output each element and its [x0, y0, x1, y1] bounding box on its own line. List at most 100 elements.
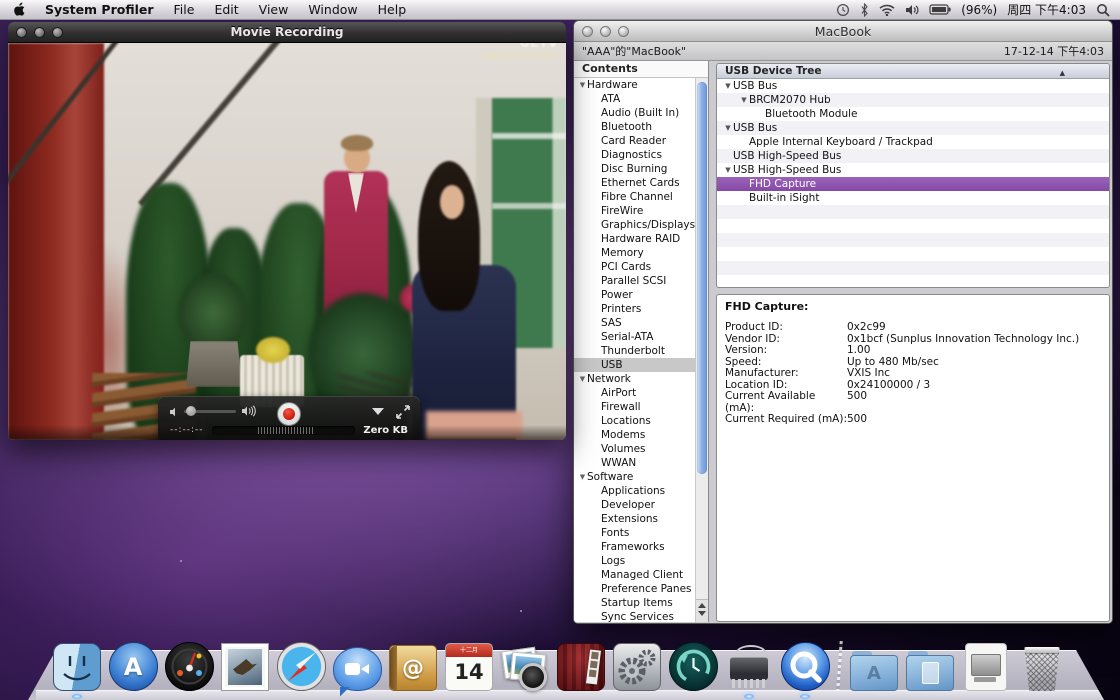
sidebar-item-preference-panes[interactable]: Preference Panes [574, 582, 695, 596]
sidebar-item-wwan[interactable]: WWAN [574, 456, 695, 470]
menu-help[interactable]: Help [368, 2, 417, 17]
sidebar-item-fonts[interactable]: Fonts [574, 526, 695, 540]
tree-row-fhd-capture[interactable]: FHD Capture [717, 177, 1109, 191]
tree-row-bluetooth-module[interactable]: Bluetooth Module [717, 107, 1109, 121]
menu-file[interactable]: File [164, 2, 205, 17]
disclosure-triangle-icon[interactable]: ▼ [578, 470, 587, 484]
disclosure-triangle-icon[interactable] [739, 177, 749, 191]
dock-ical-icon[interactable]: 十二月14 [444, 639, 494, 691]
dock-appstore-icon[interactable]: A [108, 639, 158, 691]
tree-row-usb-high-speed-bus[interactable]: USB High-Speed Bus [717, 149, 1109, 163]
dock-addressbook-icon[interactable]: @ [388, 639, 438, 691]
tree-row-usb-high-speed-bus[interactable]: ▼USB High-Speed Bus [717, 163, 1109, 177]
sidebar-item-sas[interactable]: SAS [574, 316, 695, 330]
dock-sysprefs-icon[interactable] [612, 639, 662, 691]
sidebar-item-developer[interactable]: Developer [574, 498, 695, 512]
tree-row-built-in-isight[interactable]: Built-in iSight [717, 191, 1109, 205]
volume-slider-knob[interactable] [186, 406, 196, 416]
sidebar-item-startup-items[interactable]: Startup Items [574, 596, 695, 610]
fullscreen-icon[interactable] [396, 404, 410, 423]
sidebar-item-logs[interactable]: Logs [574, 554, 695, 568]
sidebar-item-parallel-scsi[interactable]: Parallel SCSI [574, 274, 695, 288]
sidebar-item-frameworks[interactable]: Frameworks [574, 540, 695, 554]
sidebar-item-software[interactable]: ▼Software [574, 470, 695, 484]
tree-row-brcm2070-hub[interactable]: ▼BRCM2070 Hub [717, 93, 1109, 107]
time-machine-menu-icon[interactable] [836, 3, 850, 17]
sidebar-item-printers[interactable]: Printers [574, 302, 695, 316]
sidebar-item-firewire[interactable]: FireWire [574, 204, 695, 218]
options-dropdown-icon[interactable] [372, 408, 384, 415]
sidebar-item-airport[interactable]: AirPort [574, 386, 695, 400]
volume-menu-icon[interactable] [905, 4, 919, 16]
battery-menu-icon[interactable] [929, 4, 951, 15]
sidebar-item-power[interactable]: Power [574, 288, 695, 302]
disclosure-triangle-icon[interactable]: ▼ [578, 78, 587, 92]
sidebar-item-hardware[interactable]: ▼Hardware [574, 78, 695, 92]
sidebar-item-graphics-displays[interactable]: Graphics/Displays [574, 218, 695, 232]
sidebar-item-fibre-channel[interactable]: Fibre Channel [574, 190, 695, 204]
dock-iphoto-icon[interactable] [500, 639, 550, 691]
disclosure-triangle-icon[interactable]: ▼ [723, 163, 733, 177]
disclosure-triangle-icon[interactable] [755, 107, 765, 121]
menu-view[interactable]: View [249, 2, 299, 17]
sidebar-scrollbar-thumb[interactable] [697, 82, 707, 474]
sidebar-item-thunderbolt[interactable]: Thunderbolt [574, 344, 695, 358]
bluetooth-menu-icon[interactable] [860, 3, 869, 17]
disclosure-triangle-icon[interactable]: ▼ [578, 372, 587, 386]
wifi-menu-icon[interactable] [879, 4, 895, 16]
dock-folder-docs-icon[interactable] [905, 639, 955, 691]
sidebar-item-network[interactable]: ▼Network [574, 372, 695, 386]
apple-menu-icon[interactable] [0, 2, 35, 17]
sidebar-scrollbar[interactable] [695, 78, 708, 622]
sidebar-item-modems[interactable]: Modems [574, 428, 695, 442]
sidebar-item-hardware-raid[interactable]: Hardware RAID [574, 232, 695, 246]
usb-device-tree-header[interactable]: USB Device Tree ▲ [717, 64, 1109, 79]
dock-finder-icon[interactable] [52, 639, 102, 691]
dock-photobooth-icon[interactable] [556, 639, 606, 691]
menu-edit[interactable]: Edit [204, 2, 248, 17]
movie-window-titlebar[interactable]: Movie Recording [8, 22, 566, 43]
disclosure-triangle-icon[interactable]: ▼ [723, 79, 733, 93]
disclosure-triangle-icon[interactable] [739, 135, 749, 149]
battery-percent[interactable]: (96%) [961, 3, 997, 17]
dock-quicktime-icon[interactable] [780, 639, 830, 691]
sidebar-item-extensions[interactable]: Extensions [574, 512, 695, 526]
sidebar-item-firewall[interactable]: Firewall [574, 400, 695, 414]
sidebar-item-locations[interactable]: Locations [574, 414, 695, 428]
disclosure-triangle-icon[interactable] [723, 149, 733, 163]
sidebar-item-usb[interactable]: USB [574, 358, 695, 372]
dock-timemachine-icon[interactable] [668, 639, 718, 691]
sidebar-item-audio-built-in-[interactable]: Audio (Built In) [574, 106, 695, 120]
volume-slider[interactable] [184, 410, 236, 413]
tree-row-apple-internal-keyboard-trackpad[interactable]: Apple Internal Keyboard / Trackpad [717, 135, 1109, 149]
sidebar-item-diagnostics[interactable]: Diagnostics [574, 148, 695, 162]
sidebar-item-pci-cards[interactable]: PCI Cards [574, 260, 695, 274]
sidebar-item-managed-client[interactable]: Managed Client [574, 568, 695, 582]
sidebar-scroll-down-icon[interactable] [698, 611, 706, 616]
menu-window[interactable]: Window [298, 2, 367, 17]
tree-row-usb-bus[interactable]: ▼USB Bus [717, 121, 1109, 135]
sidebar-item-bluetooth[interactable]: Bluetooth [574, 120, 695, 134]
disclosure-triangle-icon[interactable] [739, 191, 749, 205]
disclosure-triangle-icon[interactable]: ▼ [739, 93, 749, 107]
sidebar-item-ata[interactable]: ATA [574, 92, 695, 106]
sidebar-item-sync-services[interactable]: Sync Services [574, 610, 695, 622]
active-app-name[interactable]: System Profiler [35, 2, 164, 17]
sidebar-item-applications[interactable]: Applications [574, 484, 695, 498]
dock-dashboard-icon[interactable] [164, 639, 214, 691]
sidebar-item-serial-ata[interactable]: Serial-ATA [574, 330, 695, 344]
sidebar-item-memory[interactable]: Memory [574, 246, 695, 260]
spotlight-icon[interactable] [1096, 3, 1110, 17]
sidebar-item-card-reader[interactable]: Card Reader [574, 134, 695, 148]
sidebar-item-disc-burning[interactable]: Disc Burning [574, 162, 695, 176]
tree-row-usb-bus[interactable]: ▼USB Bus [717, 79, 1109, 93]
dock-ichat-icon[interactable] [332, 639, 382, 691]
dock-safari-icon[interactable] [276, 639, 326, 691]
profiler-titlebar[interactable]: MacBook [574, 21, 1112, 42]
dock-folder-apps-icon[interactable]: A [849, 639, 899, 691]
dock-disk-icon[interactable] [961, 639, 1011, 691]
sidebar-item-ethernet-cards[interactable]: Ethernet Cards [574, 176, 695, 190]
dock-sysprofiler-icon[interactable] [724, 639, 774, 691]
sidebar-scroll-up-icon[interactable] [698, 603, 706, 608]
dock-mail-icon[interactable] [220, 639, 270, 691]
